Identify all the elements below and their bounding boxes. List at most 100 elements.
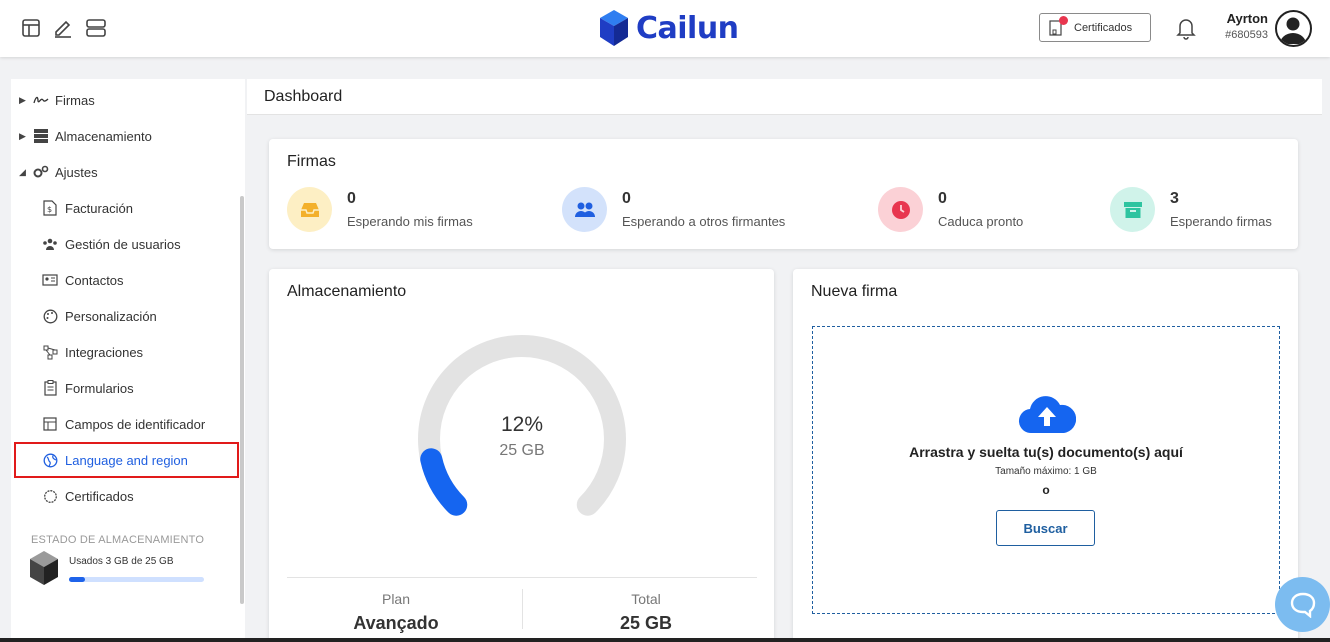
stat-value: 0 xyxy=(347,190,356,207)
palette-icon xyxy=(42,308,58,324)
storage-percent: 12% xyxy=(500,413,544,436)
invoice-icon: $ xyxy=(42,200,58,216)
stat-value: 3 xyxy=(1170,190,1179,207)
sidebar-item-firmas[interactable]: ▶ Firmas xyxy=(19,82,95,118)
brand-name: Cailun xyxy=(636,10,739,46)
stat-waiting-signatures[interactable]: 3 Esperando firmas xyxy=(1110,187,1272,232)
storage-icon[interactable] xyxy=(85,17,107,39)
stat-waiting-my-signature[interactable]: 0 Esperando mis firmas xyxy=(287,187,473,232)
cailun-mini-logo-icon xyxy=(30,551,58,585)
storage-progress-fill xyxy=(69,577,86,582)
plan-label: Plan xyxy=(381,591,411,607)
stat-label: Esperando a otros firmantes xyxy=(622,214,786,229)
bell-icon[interactable] xyxy=(1175,16,1197,40)
donut-fill xyxy=(420,448,468,516)
user-avatar-icon xyxy=(1280,17,1306,44)
dropzone-or: o xyxy=(1042,483,1050,497)
storage-size: 25 GB xyxy=(499,442,545,459)
certificates-label: Certificados xyxy=(1074,21,1133,34)
stat-label: Esperando mis firmas xyxy=(347,214,473,229)
server-icon xyxy=(33,128,49,144)
sidebar-item-certificados[interactable]: Certificados xyxy=(42,478,134,514)
card-title: Almacenamiento xyxy=(287,283,407,300)
caret-right-icon: ▶ xyxy=(19,130,26,141)
archive-icon xyxy=(1110,187,1155,232)
dropzone-max-size: Tamaño máximo: 1 GB xyxy=(995,466,1097,477)
chat-button[interactable] xyxy=(1275,577,1330,632)
stat-label: Caduca pronto xyxy=(938,214,1024,229)
sidebar-item-label: Personalización xyxy=(65,308,157,324)
stat-value: 0 xyxy=(622,190,631,207)
divider xyxy=(287,577,757,578)
main-title-bar: Dashboard xyxy=(247,79,1322,115)
top-header: Cailun Certificados Ayrton #680593 xyxy=(0,0,1330,57)
cailun-logo-icon xyxy=(600,10,628,46)
dropzone-title: Arrastra y suelta tu(s) documento(s) aqu… xyxy=(909,444,1183,460)
sidebar-item-usuarios[interactable]: Gestión de usuarios xyxy=(42,226,181,262)
edit-icon[interactable] xyxy=(52,17,74,39)
storage-donut-chart: 12% 25 GB xyxy=(417,334,627,544)
chat-bubble-icon xyxy=(1290,592,1315,618)
sidebar-item-label: Certificados xyxy=(65,488,134,504)
sidebar-item-almacenamiento[interactable]: ▶ Almacenamiento xyxy=(19,118,152,154)
storage-card: Almacenamiento 12% 25 GB Plan Avançado T… xyxy=(269,269,774,642)
avatar[interactable] xyxy=(1275,10,1312,47)
caret-down-icon: ◢ xyxy=(19,166,26,177)
sidebar-item-label: Firmas xyxy=(55,92,95,108)
stat-value: 0 xyxy=(938,190,947,207)
users-icon xyxy=(562,187,607,232)
highlight-box xyxy=(14,442,239,478)
sidebar-item-label: Almacenamiento xyxy=(55,128,152,144)
sidebar-item-label: Gestión de usuarios xyxy=(65,236,181,252)
gears-icon xyxy=(33,164,49,180)
card-title: Nueva firma xyxy=(811,283,898,300)
total-value: 25 GB xyxy=(619,613,673,633)
plan-value: Avançado xyxy=(353,613,439,633)
stat-waiting-others[interactable]: 0 Esperando a otros firmantes xyxy=(562,187,785,232)
storage-progress-bar xyxy=(69,577,204,582)
stat-expiring-soon[interactable]: 0 Caduca pronto xyxy=(878,187,1023,232)
stat-label: Esperando firmas xyxy=(1170,214,1272,229)
sidebar-item-label: Campos de identificador xyxy=(65,416,206,432)
contact-card-icon xyxy=(42,272,58,288)
brand-logo[interactable]: Cailun xyxy=(598,9,739,47)
table-edit-icon xyxy=(42,416,58,432)
sidebar-item-label: Facturación xyxy=(65,200,133,216)
clock-icon xyxy=(878,187,923,232)
integrations-icon xyxy=(42,344,58,360)
users-icon xyxy=(42,236,58,252)
new-signature-card: Nueva firma Arrastra y suelta tu(s) docu… xyxy=(793,269,1298,642)
svg-text:$: $ xyxy=(47,205,52,214)
storage-status-title: ESTADO DE ALMACENAMIENTO xyxy=(31,534,205,546)
sidebar-item-facturacion[interactable]: $ Facturación xyxy=(42,190,133,226)
notification-dot xyxy=(1059,16,1068,25)
sidebar-item-ajustes[interactable]: ◢ Ajustes xyxy=(19,154,98,190)
signature-icon xyxy=(33,92,49,108)
user-id: #680593 xyxy=(1225,29,1268,41)
sidebar-item-personalizacion[interactable]: Personalización xyxy=(42,298,157,334)
bottom-edge xyxy=(0,638,1330,642)
sidebar-scrollbar[interactable] xyxy=(240,196,244,604)
firmas-card: Firmas 0 Esperando mis firmas 0 Esperando … xyxy=(269,139,1298,249)
divider xyxy=(522,589,523,629)
sidebar-item-formularios[interactable]: Formularios xyxy=(42,370,134,406)
sidebar-item-contactos[interactable]: Contactos xyxy=(42,262,124,298)
inbox-icon xyxy=(287,187,332,232)
sidebar-item-integraciones[interactable]: Integraciones xyxy=(42,334,143,370)
sidebar-item-label: Formularios xyxy=(65,380,134,396)
cloud-upload-icon xyxy=(1019,396,1076,434)
sidebar-item-campos[interactable]: Campos de identificador xyxy=(42,406,205,442)
sidebar-item-label: Contactos xyxy=(65,272,124,288)
certificates-button[interactable]: Certificados xyxy=(1039,13,1151,42)
sidebar-item-label: Ajustes xyxy=(55,164,98,180)
clipboard-icon xyxy=(42,380,58,396)
caret-right-icon: ▶ xyxy=(19,94,26,105)
file-dropzone[interactable]: Arrastra y suelta tu(s) documento(s) aqu… xyxy=(812,326,1280,614)
search-button[interactable]: Buscar xyxy=(996,510,1095,546)
total-label: Total xyxy=(631,591,661,607)
badge-icon xyxy=(42,488,58,504)
storage-status-text: Usados 3 GB de 25 GB xyxy=(69,556,174,567)
page-title: Dashboard xyxy=(264,88,343,105)
user-name: Ayrton xyxy=(1226,11,1268,26)
layout-icon[interactable] xyxy=(20,17,42,39)
